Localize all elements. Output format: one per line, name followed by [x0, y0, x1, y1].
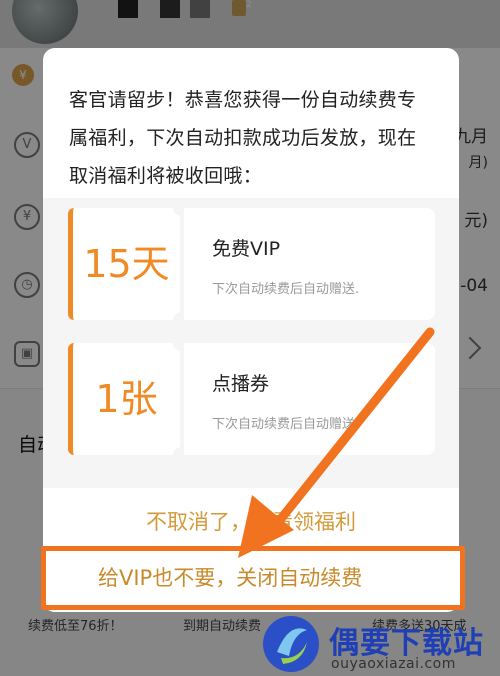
watermark-url: ouyaoxiazai.com: [331, 656, 456, 672]
logo-icon: [263, 616, 319, 672]
coupon-description: 下次自动续费后自动赠送: [212, 417, 356, 432]
coupon-stub: 1张: [68, 343, 180, 455]
coupon-body: 免费VIP 下次自动续费后自动赠送.: [184, 208, 435, 320]
cancel-auto-renew-button[interactable]: 给VIP也不要，关闭自动续费: [41, 546, 465, 610]
benefit-coupon: 1张 点播券 下次自动续费后自动赠送: [68, 335, 435, 463]
retention-dialog: 客官请留步！恭喜您获得一份自动续费专属福利，下次自动扣款成功后发放，现在取消福利…: [41, 48, 465, 612]
coupon-description: 下次自动续费后自动赠送.: [212, 282, 360, 297]
benefit-coupon: 15天 免费VIP 下次自动续费后自动赠送.: [68, 200, 435, 328]
cancel-auto-renew-label: 给VIP也不要，关闭自动续费: [98, 566, 363, 590]
watermark: 偶要下载站 ouyaoxiazai.com: [255, 612, 500, 676]
dialog-message: 客官请留步！恭喜您获得一份自动续费专属福利，下次自动扣款成功后发放，现在取消福利…: [69, 89, 417, 187]
coupon-title: 免费VIP: [212, 238, 281, 260]
coupon-quantity: 15天: [83, 242, 170, 286]
coupon-quantity: 1张: [95, 377, 158, 421]
coupon-title: 点播券: [212, 373, 270, 395]
benefit-list: 15天 免费VIP 下次自动续费后自动赠送. 1张 点播券 下次自动续费后自动赠…: [43, 198, 459, 488]
coupon-body: 点播券 下次自动续费后自动赠送: [184, 343, 435, 455]
coupon-stub: 15天: [68, 208, 180, 320]
